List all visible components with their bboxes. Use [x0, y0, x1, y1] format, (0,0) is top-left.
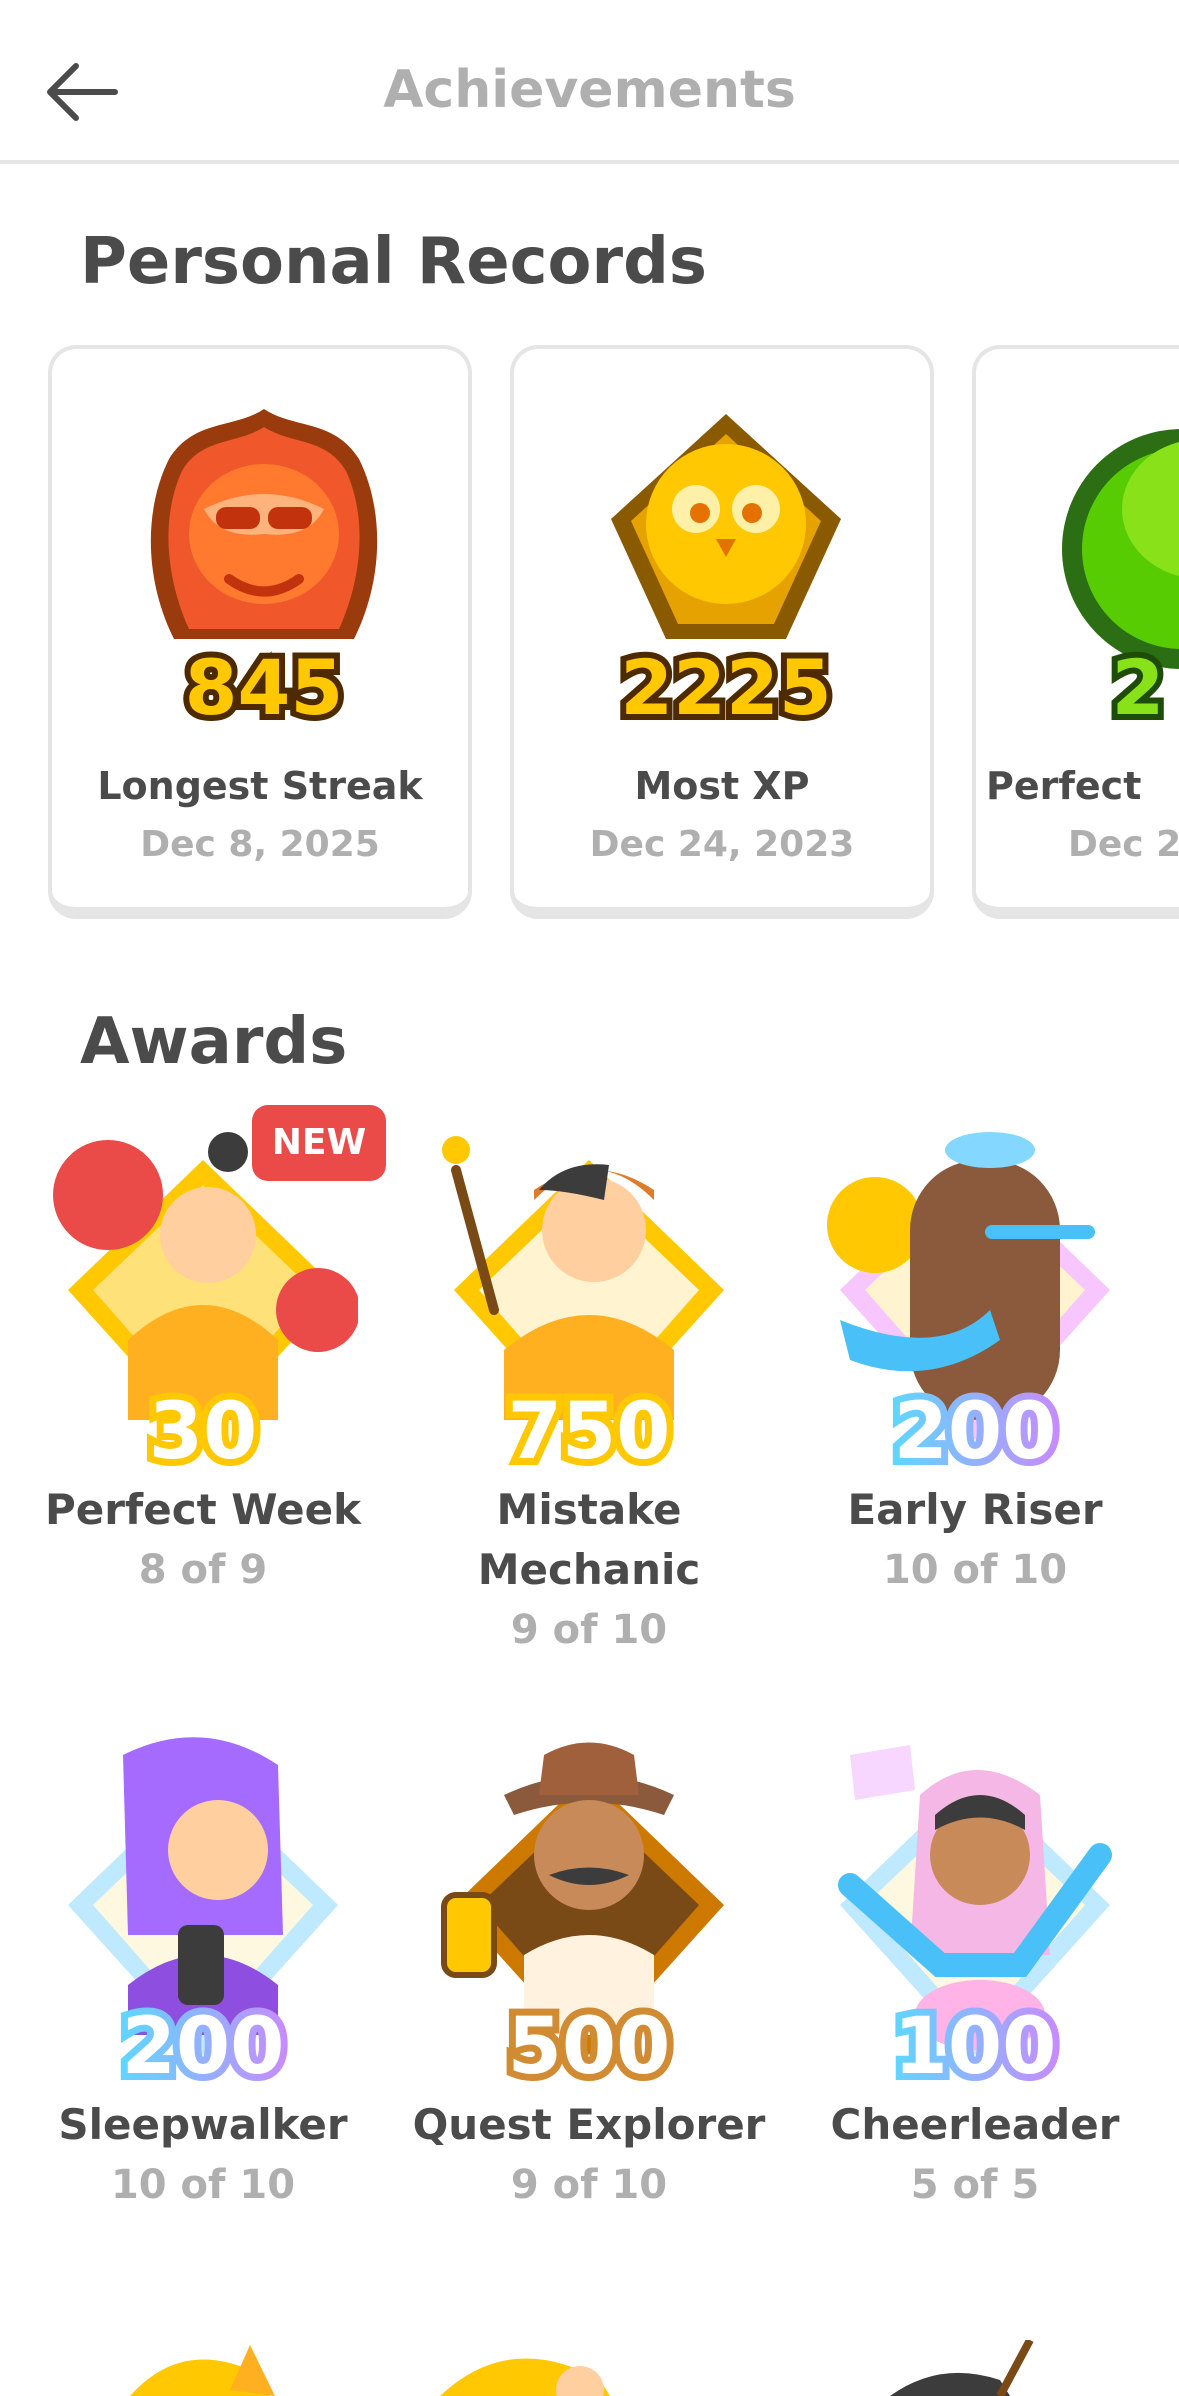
- svg-text:30: 30: [149, 1387, 258, 1477]
- award-name: Sleepwalker: [58, 2100, 348, 2149]
- award-name: Early Riser: [847, 1485, 1103, 1534]
- record-label: Perfect: [986, 764, 1142, 808]
- svg-text:845: 845: [185, 643, 344, 732]
- record-value: 2225: [614, 637, 838, 738]
- award-number: 750: [501, 1380, 678, 1480]
- page-title: Achievements: [383, 60, 796, 120]
- awards-heading: Awards: [80, 1005, 348, 1079]
- record-value: 2: [1106, 637, 1171, 738]
- award-cheerleader[interactable]: 100 Cheerleader 5 of 5: [780, 1735, 1170, 2235]
- award-progress: 5 of 5: [910, 2162, 1040, 2208]
- record-value: 845: [179, 637, 350, 738]
- svg-text:200: 200: [894, 1387, 1057, 1477]
- svg-text:750: 750: [508, 1387, 671, 1477]
- record-label: Most XP: [634, 764, 810, 808]
- award-name: Quest Explorer: [412, 2100, 766, 2149]
- award-progress: 10 of 10: [882, 1547, 1068, 1593]
- award-name: Perfect Week: [44, 1485, 362, 1534]
- record-label: Longest Streak: [97, 764, 423, 808]
- award-number: 100: [887, 1995, 1064, 2095]
- award-partial-icon: [440, 2358, 610, 2396]
- award-number: 30: [142, 1380, 265, 1480]
- personal-records-heading: Personal Records: [80, 225, 707, 299]
- svg-text:2: 2: [1112, 643, 1165, 732]
- record-date: Dec 24, 2023: [589, 824, 855, 865]
- award-name: Mistake Mechanic: [477, 1485, 701, 1594]
- personal-records-carousel[interactable]: 845 Longest Streak Dec 8, 2025 2225 Most…: [0, 345, 1179, 935]
- record-card-longest-streak[interactable]: 845 Longest Streak Dec 8, 2025: [48, 345, 472, 919]
- award-quest-explorer[interactable]: 500 Quest Explorer 9 of 10: [394, 1735, 784, 2235]
- record-card-most-xp[interactable]: 2225 Most XP Dec 24, 2023: [510, 345, 934, 919]
- award-early-riser[interactable]: 200 Early Riser 10 of 10: [780, 1120, 1170, 1620]
- award-progress: 9 of 10: [510, 1607, 668, 1653]
- record-date: Dec 24: [1068, 824, 1179, 865]
- record-card-perfect[interactable]: 2 Perfect Dec 24: [972, 345, 1179, 919]
- award-partial-icon: [890, 2340, 1034, 2396]
- award-mistake-mechanic[interactable]: 750 Mistake Mechanic 9 of 10: [394, 1120, 784, 1680]
- award-number: 200: [115, 1995, 292, 2095]
- svg-text:500: 500: [508, 2002, 671, 2092]
- award-perfect-week[interactable]: 30 Perfect Week 8 of 9: [8, 1120, 398, 1620]
- award-progress: 8 of 9: [138, 1547, 268, 1593]
- award-number: 500: [501, 1995, 678, 2095]
- award-name: Cheerleader: [830, 2100, 1120, 2149]
- award-sleepwalker[interactable]: 200 Sleepwalker 10 of 10: [8, 1735, 398, 2235]
- svg-text:200: 200: [122, 2002, 285, 2092]
- record-date: Dec 8, 2025: [140, 824, 380, 865]
- award-progress: 10 of 10: [110, 2162, 296, 2208]
- new-badge: NEW: [252, 1105, 386, 1181]
- top-bar: Achievements: [0, 0, 1179, 164]
- svg-text:2225: 2225: [620, 643, 832, 732]
- svg-text:100: 100: [894, 2002, 1057, 2092]
- award-number: 200: [887, 1380, 1064, 1480]
- award-progress: 9 of 10: [510, 2162, 668, 2208]
- award-partial-icon: [130, 2345, 275, 2396]
